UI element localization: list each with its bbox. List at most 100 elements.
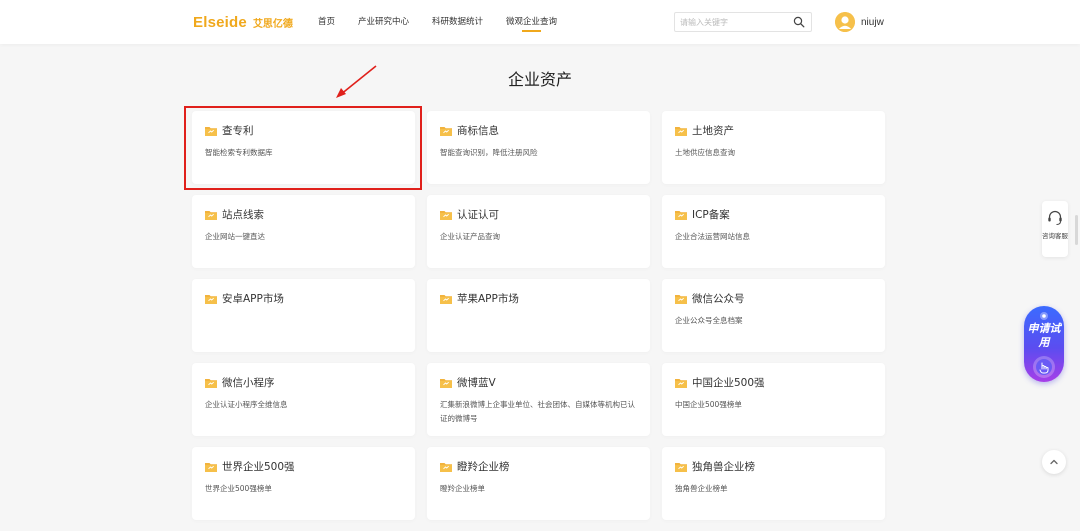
hand-pointer-icon [1033,356,1055,378]
card-trademark[interactable]: 商标信息 智能查询识别，降低注册风险 [427,111,650,184]
card-desc: 瞪羚企业榜单 [440,484,485,493]
card-wechat-mini-program[interactable]: 微信小程序 企业认证小程序全维信息 [192,363,415,436]
card-title-text: 瞪羚企业榜 [457,461,510,473]
card-gazelle-ranking[interactable]: 瞪羚企业榜 瞪羚企业榜单 [427,447,650,520]
chevron-up-icon [1050,459,1058,465]
card-title-text: 苹果APP市场 [457,293,519,305]
main-nav: 首页 产业研究中心 科研数据统计 微观企业查询 [318,0,580,44]
apply-trial-button[interactable]: 申请试用 [1024,306,1064,382]
card-unicorn-ranking[interactable]: 独角兽企业榜 独角兽企业榜单 [662,447,885,520]
card-icp-filing[interactable]: ICP备案 企业合法运营网站信息 [662,195,885,268]
card-desc: 独角兽企业榜单 [675,484,728,493]
card-title: 站点线索 [205,207,264,222]
card-title-text: 商标信息 [457,125,499,137]
card-site-leads[interactable]: 站点线索 企业网站一键直达 [192,195,415,268]
logo-text-cn: 艾思亿德 [252,18,293,30]
headset-icon [1048,210,1062,225]
card-world-top500[interactable]: 世界企业500强 世界企业500强榜单 [192,447,415,520]
card-desc: 汇集新浪微博上企事业单位、社会团体、自媒体等机构已认证的微博号 [440,400,635,423]
card-title-text: 世界企业500强 [222,461,295,473]
folder-icon [440,378,452,388]
folder-icon [675,210,687,220]
card-title-text: 微信小程序 [222,377,275,389]
user-name: niujw [861,16,884,28]
card-desc: 企业公众号全息档案 [675,316,743,325]
card-certification[interactable]: 认证认可 企业认证产品查询 [427,195,650,268]
nav-item-home[interactable]: 首页 [318,0,335,44]
card-desc: 企业认证产品查询 [440,232,500,241]
folder-icon [440,126,452,136]
card-desc: 世界企业500强榜单 [205,484,272,493]
search-icon[interactable] [793,16,805,28]
top-header: Elseide 艾思亿德 首页 产业研究中心 科研数据统计 微观企业查询 niu… [0,0,1080,44]
page-title: 企业资产 [507,70,572,89]
folder-icon [675,462,687,472]
card-desc: 智能查询识别，降低注册风险 [440,148,538,157]
card-china-top500[interactable]: 中国企业500强 中国企业500强榜单 [662,363,885,436]
logo[interactable]: Elseide 艾思亿德 [193,12,293,32]
card-title: 商标信息 [440,123,499,138]
search-input[interactable] [680,13,790,31]
card-title: 认证认可 [440,207,499,222]
card-title: ICP备案 [675,207,730,222]
apply-trial-label: 申请试用 [1027,322,1061,349]
card-title-text: 安卓APP市场 [222,293,284,305]
card-title-text: 认证认可 [457,209,499,221]
card-title-text: 微信公众号 [692,293,745,305]
avatar[interactable] [835,12,855,32]
logo-text-en: Elseide [193,13,247,31]
user-avatar-icon [835,12,855,32]
card-title: 苹果APP市场 [440,291,519,306]
search-box [674,12,812,32]
scrollbar[interactable] [1075,215,1078,245]
card-title: 微博蓝V [440,375,496,390]
consult-service-button[interactable]: 咨询客服 [1042,201,1068,257]
nav-item-enterprise-query[interactable]: 微观企业查询 [506,0,557,44]
card-title: 安卓APP市场 [205,291,284,306]
folder-icon [440,210,452,220]
card-title: 查专利 [205,123,254,138]
folder-icon [440,462,452,472]
card-title-text: 土地资产 [692,125,734,137]
card-wechat-official-account[interactable]: 微信公众号 企业公众号全息档案 [662,279,885,352]
back-to-top-button[interactable] [1042,450,1066,474]
consult-label: 咨询客服 [1042,232,1068,240]
card-apple-app-market[interactable]: 苹果APP市场 [427,279,650,352]
folder-icon [675,378,687,388]
card-title: 世界企业500强 [205,459,295,474]
folder-icon [205,126,217,136]
sparkle-icon [1040,312,1048,320]
card-desc: 企业网站一键直达 [205,232,265,241]
folder-icon [675,294,687,304]
folder-icon [205,462,217,472]
card-desc: 土地供应信息查询 [675,148,735,157]
card-title-text: 独角兽企业榜 [692,461,755,473]
card-title-text: 中国企业500强 [692,377,765,389]
card-desc: 中国企业500强榜单 [675,400,742,409]
card-title: 中国企业500强 [675,375,765,390]
card-title: 土地资产 [675,123,734,138]
card-land-assets[interactable]: 土地资产 土地供应信息查询 [662,111,885,184]
card-desc: 智能检索专利数据库 [205,148,273,157]
card-title-text: 查专利 [222,125,254,137]
card-title-text: 站点线索 [222,209,264,221]
card-android-app-market[interactable]: 安卓APP市场 [192,279,415,352]
card-title: 微信小程序 [205,375,275,390]
folder-icon [440,294,452,304]
card-desc: 企业合法运营网站信息 [675,232,750,241]
card-title: 独角兽企业榜 [675,459,755,474]
folder-icon [205,294,217,304]
user-menu[interactable]: niujw [835,10,884,34]
nav-item-research-data[interactable]: 科研数据统计 [432,0,483,44]
card-title: 瞪羚企业榜 [440,459,510,474]
folder-icon [205,210,217,220]
nav-item-industry-research[interactable]: 产业研究中心 [358,0,409,44]
folder-icon [675,126,687,136]
card-patent[interactable]: 查专利 智能检索专利数据库 [192,111,415,184]
card-title-text: 微博蓝V [457,377,496,389]
folder-icon [205,378,217,388]
card-weibo-blue-v[interactable]: 微博蓝V 汇集新浪微博上企事业单位、社会团体、自媒体等机构已认证的微博号 [427,363,650,436]
card-title: 微信公众号 [675,291,745,306]
card-title-text: ICP备案 [692,209,730,221]
card-desc: 企业认证小程序全维信息 [205,400,288,409]
